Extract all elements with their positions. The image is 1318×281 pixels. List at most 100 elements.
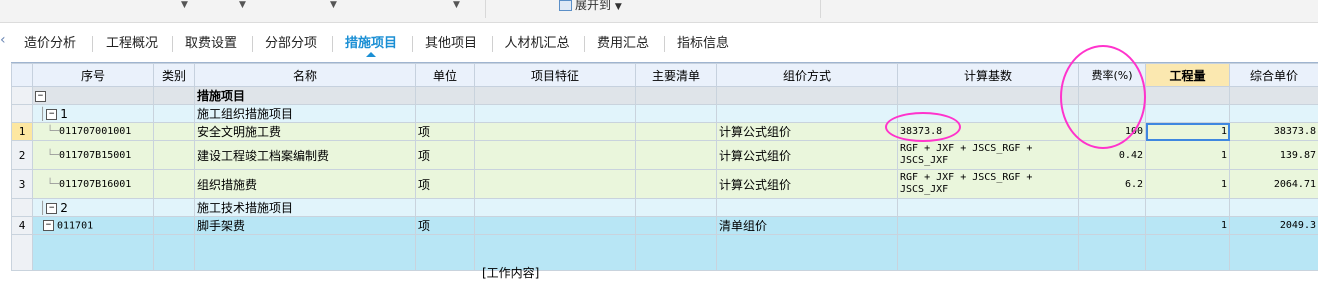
tree-cell[interactable]: └─011707001001 bbox=[33, 123, 154, 141]
unit-price-cell[interactable] bbox=[1230, 105, 1318, 123]
unit-price-cell[interactable]: 2049.3 bbox=[1230, 217, 1318, 235]
method-cell[interactable]: 清单组价 bbox=[717, 217, 898, 235]
base-cell[interactable] bbox=[898, 87, 1079, 105]
unit-cell[interactable] bbox=[416, 199, 475, 217]
table-row[interactable] bbox=[12, 235, 1318, 271]
table-row[interactable]: 4 −011701 脚手架费 项 清单组价 1 2049.3 bbox=[12, 217, 1318, 235]
method-cell[interactable] bbox=[717, 235, 898, 271]
tab-fee-summary[interactable]: 费用汇总 bbox=[589, 28, 657, 59]
unit-cell[interactable] bbox=[416, 235, 475, 271]
row-number[interactable]: 3 bbox=[12, 170, 33, 199]
quantity-cell[interactable]: 1 bbox=[1146, 141, 1230, 170]
base-cell[interactable] bbox=[898, 235, 1079, 271]
unit-price-cell[interactable] bbox=[1230, 235, 1318, 271]
unit-cell[interactable]: 项 bbox=[416, 123, 475, 141]
tab-scroll-left-icon[interactable]: ‹ bbox=[0, 32, 10, 48]
collapse-icon[interactable]: − bbox=[46, 109, 57, 120]
feature-cell[interactable] bbox=[475, 217, 636, 235]
collapse-icon[interactable]: − bbox=[46, 203, 57, 214]
expand-to-button[interactable]: 展开到 ▼ bbox=[559, 0, 622, 14]
name-cell[interactable]: 施工技术措施项目 bbox=[195, 199, 416, 217]
quantity-cell[interactable]: 1 bbox=[1146, 123, 1230, 141]
main-list-cell[interactable] bbox=[636, 105, 717, 123]
name-cell[interactable]: 组织措施费 bbox=[195, 170, 416, 199]
tree-cell[interactable]: └─011707B15001 bbox=[33, 141, 154, 170]
tree-cell[interactable]: −011701 bbox=[33, 217, 154, 235]
name-cell[interactable]: 措施项目 bbox=[195, 87, 416, 105]
main-list-cell[interactable] bbox=[636, 141, 717, 170]
main-list-cell[interactable] bbox=[636, 199, 717, 217]
tab-fee-settings[interactable]: 取费设置 bbox=[177, 28, 245, 59]
unit-cell[interactable]: 项 bbox=[416, 141, 475, 170]
feature-cell[interactable] bbox=[475, 105, 636, 123]
column-header-seq[interactable]: 序号 bbox=[33, 64, 154, 87]
dropdown-arrow-icon[interactable]: ▼ bbox=[453, 0, 460, 10]
row-number[interactable] bbox=[12, 235, 33, 271]
collapse-icon[interactable]: − bbox=[43, 220, 54, 231]
method-cell[interactable]: 计算公式组价 bbox=[717, 141, 898, 170]
column-header-name[interactable]: 名称 bbox=[195, 64, 416, 87]
row-number[interactable]: 2 bbox=[12, 141, 33, 170]
feature-cell[interactable] bbox=[475, 199, 636, 217]
unit-price-cell[interactable] bbox=[1230, 87, 1318, 105]
column-header-main-list[interactable]: 主要清单 bbox=[636, 64, 717, 87]
name-cell[interactable]: 安全文明施工费 bbox=[195, 123, 416, 141]
table-row[interactable]: │−2 施工技术措施项目 bbox=[12, 199, 1318, 217]
feature-cell[interactable] bbox=[475, 87, 636, 105]
rate-cell[interactable]: 6.2 bbox=[1079, 170, 1146, 199]
main-list-cell[interactable] bbox=[636, 87, 717, 105]
table-row[interactable]: 3 └─011707B16001 组织措施费 项 计算公式组价 RGF + JX… bbox=[12, 170, 1318, 199]
tree-cell[interactable]: − bbox=[33, 87, 154, 105]
main-list-cell[interactable] bbox=[636, 235, 717, 271]
quantity-cell[interactable] bbox=[1146, 105, 1230, 123]
feature-cell[interactable] bbox=[475, 170, 636, 199]
tab-labor-material-summary[interactable]: 人材机汇总 bbox=[497, 28, 577, 59]
unit-price-cell[interactable]: 2064.71 bbox=[1230, 170, 1318, 199]
quantity-cell[interactable] bbox=[1146, 199, 1230, 217]
column-header-unit-price[interactable]: 综合单价 bbox=[1230, 64, 1318, 87]
name-cell[interactable]: 施工组织措施项目 bbox=[195, 105, 416, 123]
row-number[interactable] bbox=[12, 199, 33, 217]
column-header-type[interactable]: 类别 bbox=[154, 64, 195, 87]
collapse-icon[interactable]: − bbox=[35, 91, 46, 102]
type-cell[interactable] bbox=[154, 199, 195, 217]
column-header-quantity[interactable]: 工程量 bbox=[1146, 64, 1230, 87]
row-number[interactable]: 4 bbox=[12, 217, 33, 235]
dropdown-arrow-icon[interactable]: ▼ bbox=[239, 0, 246, 10]
main-list-cell[interactable] bbox=[636, 217, 717, 235]
type-cell[interactable] bbox=[154, 217, 195, 235]
rate-cell[interactable] bbox=[1079, 199, 1146, 217]
unit-cell[interactable] bbox=[416, 105, 475, 123]
dropdown-arrow-icon[interactable]: ▼ bbox=[181, 0, 188, 10]
method-cell[interactable]: 计算公式组价 bbox=[717, 170, 898, 199]
quantity-cell[interactable] bbox=[1146, 87, 1230, 105]
name-cell[interactable] bbox=[195, 235, 416, 271]
tab-project-overview[interactable]: 工程概况 bbox=[98, 28, 166, 59]
table-row[interactable]: 2 └─011707B15001 建设工程竣工档案编制费 项 计算公式组价 RG… bbox=[12, 141, 1318, 170]
base-cell[interactable]: RGF + JXF + JSCS_RGF + JSCS_JXF bbox=[898, 170, 1079, 199]
row-number[interactable] bbox=[12, 87, 33, 105]
tree-cell[interactable]: │−1 bbox=[33, 105, 154, 123]
tab-sub-items[interactable]: 分部分项 bbox=[257, 28, 325, 59]
rate-cell[interactable] bbox=[1079, 235, 1146, 271]
type-cell[interactable] bbox=[154, 123, 195, 141]
tree-cell[interactable]: └─011707B16001 bbox=[33, 170, 154, 199]
unit-cell[interactable]: 项 bbox=[416, 217, 475, 235]
tree-cell[interactable] bbox=[33, 235, 154, 271]
rate-cell[interactable] bbox=[1079, 217, 1146, 235]
tab-cost-analysis[interactable]: 造价分析 bbox=[16, 28, 84, 59]
method-cell[interactable] bbox=[717, 105, 898, 123]
row-number[interactable] bbox=[12, 105, 33, 123]
base-cell[interactable] bbox=[898, 199, 1079, 217]
main-list-cell[interactable] bbox=[636, 123, 717, 141]
tab-measures[interactable]: 措施项目 bbox=[337, 28, 405, 59]
unit-price-cell[interactable] bbox=[1230, 199, 1318, 217]
unit-cell[interactable]: 项 bbox=[416, 170, 475, 199]
method-cell[interactable] bbox=[717, 199, 898, 217]
type-cell[interactable] bbox=[154, 141, 195, 170]
column-header-pricing-method[interactable]: 组价方式 bbox=[717, 64, 898, 87]
column-header-calc-base[interactable]: 计算基数 bbox=[898, 64, 1079, 87]
type-cell[interactable] bbox=[154, 87, 195, 105]
row-number[interactable]: 1 bbox=[12, 123, 33, 141]
type-cell[interactable] bbox=[154, 235, 195, 271]
